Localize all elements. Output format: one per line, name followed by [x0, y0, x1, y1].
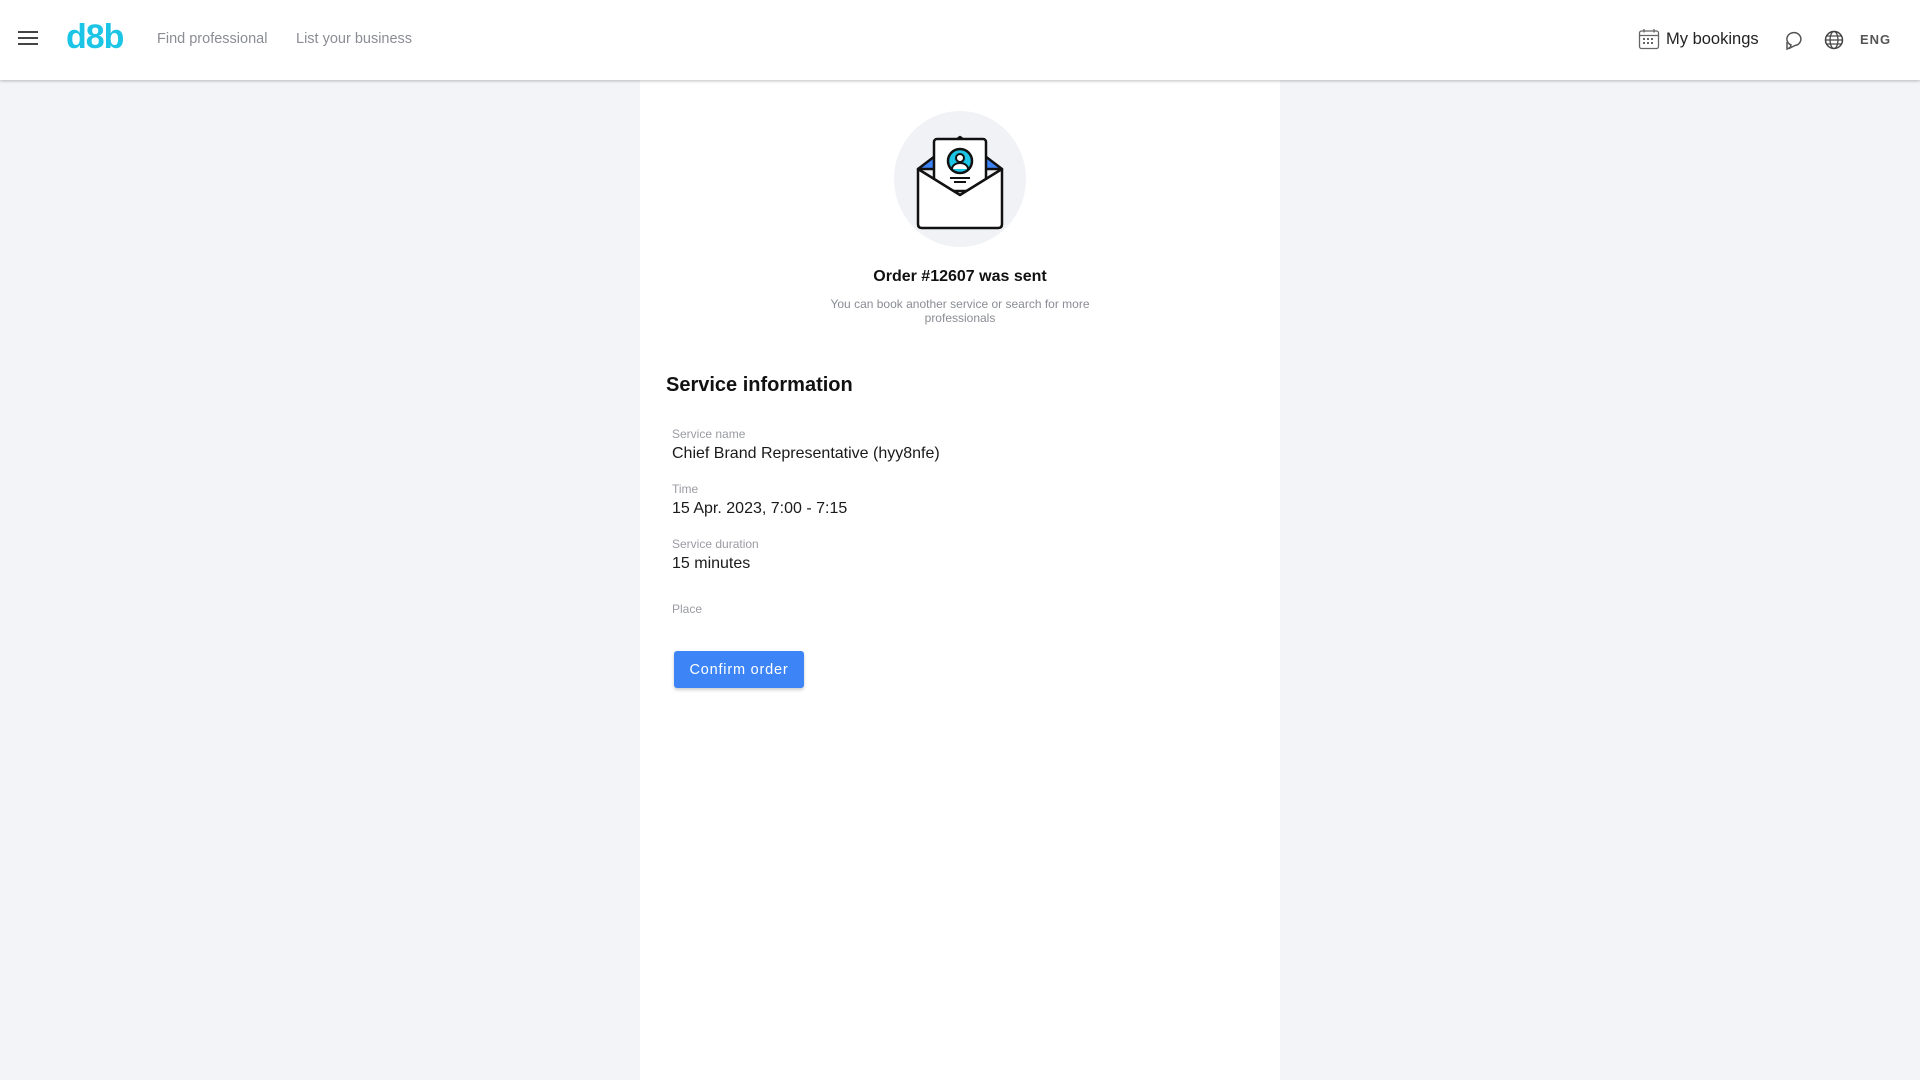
time-label: Time: [672, 482, 699, 496]
service-name-value: Chief Brand Representative (hyy8nfe): [672, 445, 940, 462]
place-label: Place: [672, 602, 703, 616]
service-info-heading: Service information: [666, 374, 853, 396]
globe-icon[interactable]: [1824, 30, 1844, 50]
service-name-label: Service name: [672, 427, 746, 441]
nav-find-professional[interactable]: Find professional: [157, 31, 267, 47]
nav-list-business[interactable]: List your business: [296, 31, 412, 47]
my-bookings-link[interactable]: My bookings: [1638, 28, 1759, 50]
my-bookings-label: My bookings: [1666, 29, 1759, 48]
order-card: Order #12607 was sent You can book anoth…: [640, 80, 1280, 1080]
calendar-icon: [1638, 29, 1660, 50]
confirm-order-button[interactable]: Confirm order: [674, 651, 804, 688]
confirmation-subtitle: You can book another service or search f…: [830, 297, 1090, 325]
duration-value: 15 minutes: [672, 555, 751, 572]
chat-icon[interactable]: [1783, 30, 1805, 52]
time-value: 15 Apr. 2023, 7:00 - 7:15: [672, 500, 848, 517]
top-nav: d8b Find professional List your business…: [0, 0, 1920, 80]
confirmation-title: Order #12607 was sent: [873, 268, 1047, 285]
logo[interactable]: d8b: [66, 18, 124, 57]
envelope-illustration: [894, 111, 1026, 247]
duration-label: Service duration: [672, 537, 759, 551]
envelope-icon: [916, 135, 1004, 230]
menu-icon[interactable]: [18, 31, 38, 47]
language-selector[interactable]: ENG: [1860, 32, 1891, 47]
